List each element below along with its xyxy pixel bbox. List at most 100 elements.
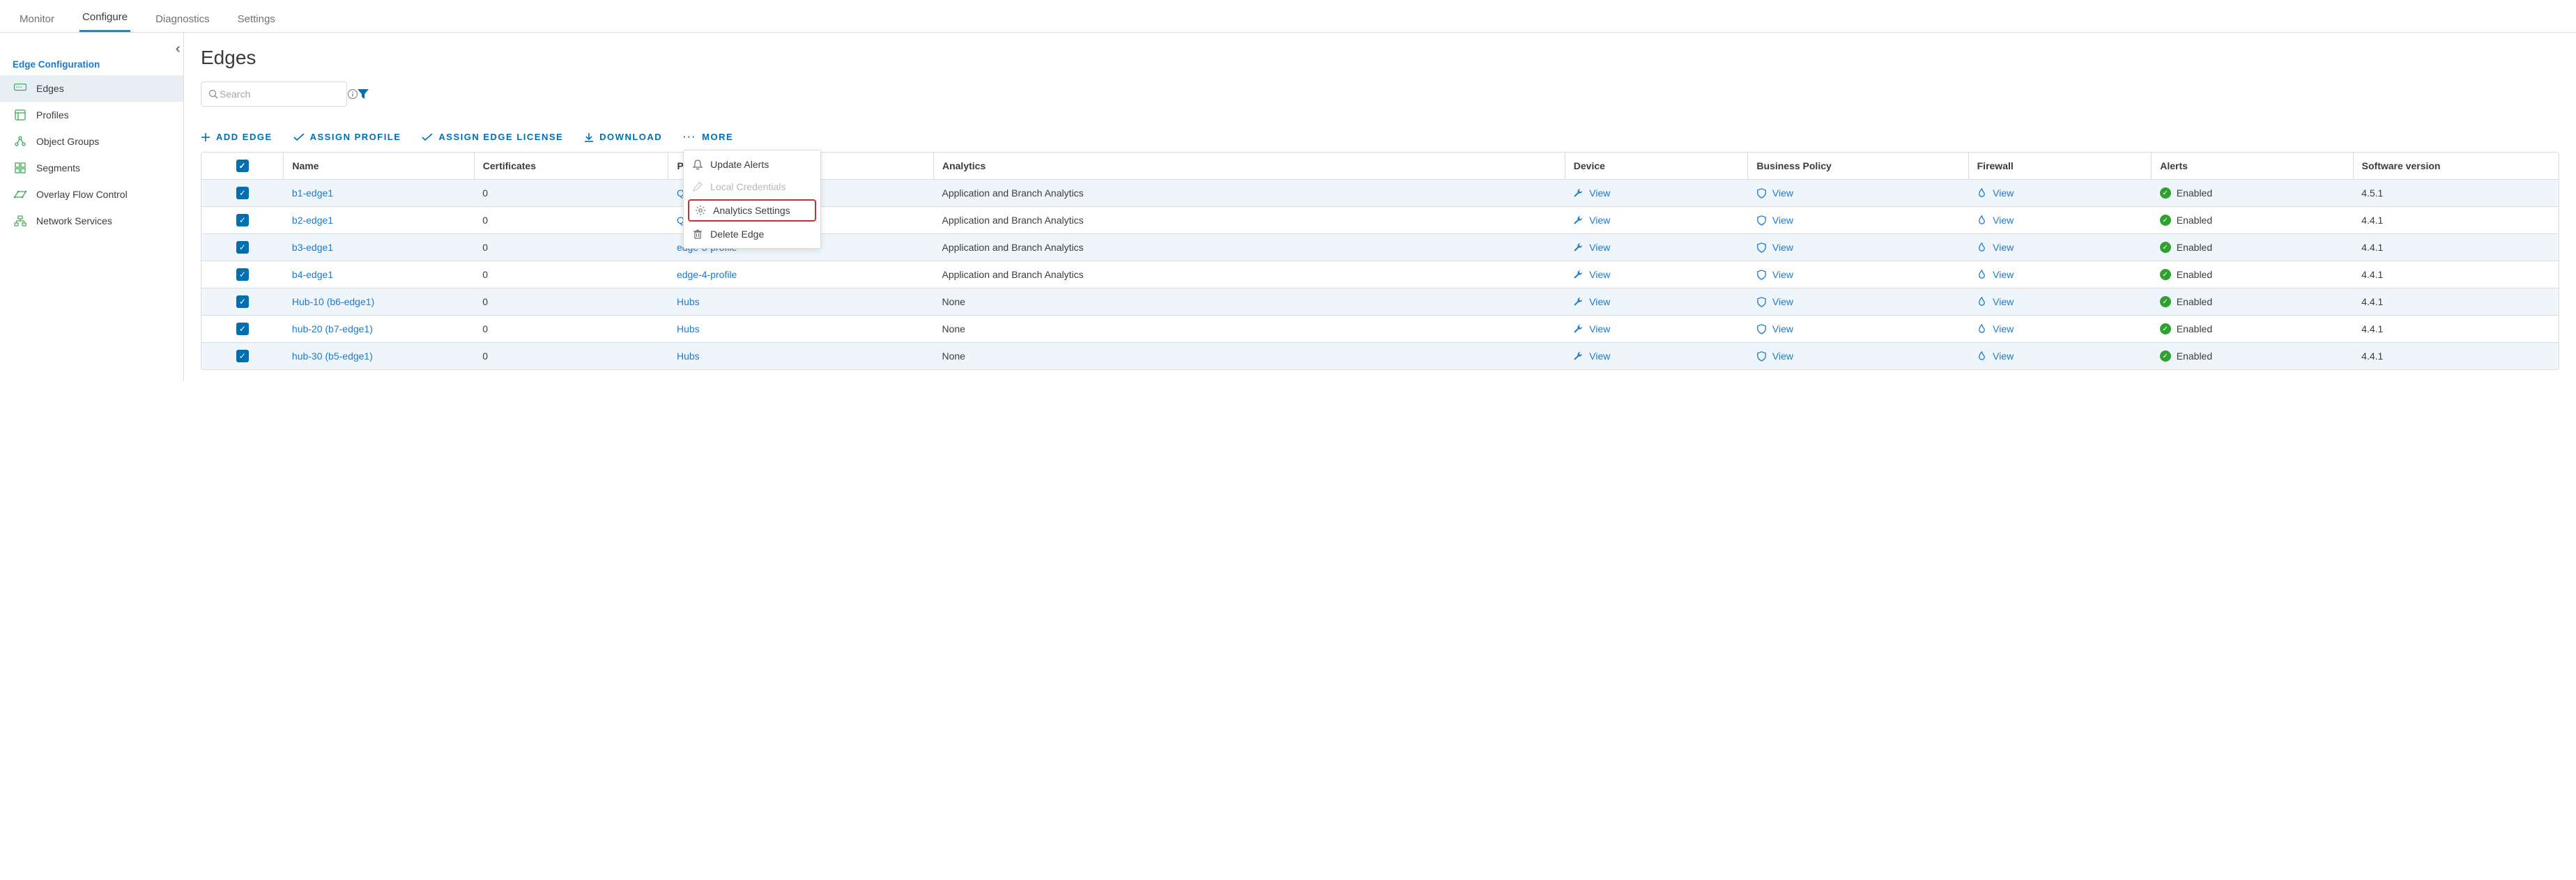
sidebar-item-object-groups[interactable]: Object Groups <box>0 128 183 155</box>
view-label: View <box>1993 215 2014 226</box>
firewall-view-link[interactable]: View <box>1977 323 2143 334</box>
device-view-link[interactable]: View <box>1573 215 1740 226</box>
col-business-policy[interactable]: Business Policy <box>1748 153 1968 180</box>
menu-update-alerts[interactable]: Update Alerts <box>684 153 820 176</box>
tab-configure[interactable]: Configure <box>79 7 130 32</box>
flame-icon <box>1977 242 1987 253</box>
trash-icon <box>692 229 703 240</box>
edge-name-link[interactable]: hub-20 (b7-edge1) <box>292 323 373 334</box>
assign-edge-license-button[interactable]: ASSIGN EDGE LICENSE <box>422 132 563 142</box>
firewall-view-link[interactable]: View <box>1977 296 2143 307</box>
wrench-icon <box>1573 188 1584 199</box>
alerts-status: ✓Enabled <box>2160 323 2345 334</box>
row-checkbox[interactable]: ✓ <box>236 295 249 308</box>
firewall-view-link[interactable]: View <box>1977 215 2143 226</box>
sidebar-item-label: Overlay Flow Control <box>36 189 128 200</box>
sidebar-item-segments[interactable]: Segments <box>0 155 183 181</box>
col-alerts[interactable]: Alerts <box>2152 153 2353 180</box>
table-row: ✓ b3-edge1 0 edge-3-profile Application … <box>201 234 2559 261</box>
device-view-link[interactable]: View <box>1573 350 1740 362</box>
row-checkbox[interactable]: ✓ <box>236 350 249 362</box>
view-label: View <box>1589 215 1610 226</box>
view-label: View <box>1993 323 2014 334</box>
col-certificates[interactable]: Certificates <box>474 153 668 180</box>
view-label: View <box>1589 242 1610 253</box>
business-policy-view-link[interactable]: View <box>1756 242 1960 253</box>
table-row: ✓ b1-edge1 0 Quick Start Profile Applica… <box>201 180 2559 207</box>
alerts-status: ✓Enabled <box>2160 215 2345 226</box>
shield-icon <box>1756 270 1767 280</box>
tab-monitor[interactable]: Monitor <box>17 9 57 32</box>
profile-link[interactable]: Hubs <box>677 350 700 362</box>
add-edge-button[interactable]: ADD EDGE <box>201 132 273 142</box>
filter-icon[interactable] <box>357 88 369 100</box>
col-firewall[interactable]: Firewall <box>1968 153 2152 180</box>
sidebar-item-network-services[interactable]: Network Services <box>0 208 183 234</box>
profile-link[interactable]: Hubs <box>677 323 700 334</box>
enabled-label: Enabled <box>2177 215 2212 226</box>
business-policy-view-link[interactable]: View <box>1756 323 1960 334</box>
business-policy-view-link[interactable]: View <box>1756 215 1960 226</box>
pencil-icon <box>692 181 703 192</box>
profiles-icon <box>14 109 26 121</box>
business-policy-view-link[interactable]: View <box>1756 296 1960 307</box>
device-view-link[interactable]: View <box>1573 242 1740 253</box>
col-device[interactable]: Device <box>1565 153 1748 180</box>
view-label: View <box>1772 242 1793 253</box>
search-input[interactable] <box>218 88 347 100</box>
menu-delete-edge[interactable]: Delete Edge <box>684 223 820 245</box>
table-row: ✓ hub-20 (b7-edge1) 0 Hubs None View Vie… <box>201 316 2559 343</box>
device-view-link[interactable]: View <box>1573 269 1740 280</box>
profile-link[interactable]: edge-4-profile <box>677 269 737 280</box>
firewall-view-link[interactable]: View <box>1977 269 2143 280</box>
business-policy-view-link[interactable]: View <box>1756 187 1960 199</box>
cert-cell: 0 <box>474 207 668 234</box>
row-checkbox[interactable]: ✓ <box>236 241 249 254</box>
menu-analytics-settings[interactable]: Analytics Settings <box>688 199 816 222</box>
business-policy-view-link[interactable]: View <box>1756 269 1960 280</box>
col-analytics[interactable]: Analytics <box>933 153 1565 180</box>
edge-name-link[interactable]: b3-edge1 <box>292 242 333 253</box>
profile-link[interactable]: Hubs <box>677 296 700 307</box>
wrench-icon <box>1573 242 1584 253</box>
row-checkbox[interactable]: ✓ <box>236 268 249 281</box>
sidebar-item-edges[interactable]: Edges <box>0 75 183 102</box>
enabled-label: Enabled <box>2177 242 2212 253</box>
edge-name-link[interactable]: b2-edge1 <box>292 215 333 226</box>
wrench-icon <box>1573 324 1584 334</box>
col-name[interactable]: Name <box>284 153 474 180</box>
tab-settings[interactable]: Settings <box>235 9 278 32</box>
sidebar-item-label: Profiles <box>36 109 69 121</box>
shield-icon <box>1756 242 1767 253</box>
device-view-link[interactable]: View <box>1573 296 1740 307</box>
edge-name-link[interactable]: b1-edge1 <box>292 187 333 199</box>
firewall-view-link[interactable]: View <box>1977 187 2143 199</box>
row-checkbox[interactable]: ✓ <box>236 323 249 335</box>
row-checkbox[interactable]: ✓ <box>236 187 249 199</box>
sidebar-item-overlay-flow-control[interactable]: Overlay Flow Control <box>0 181 183 208</box>
flame-icon <box>1977 351 1987 362</box>
check-circle-icon: ✓ <box>2160 323 2171 334</box>
assign-profile-button[interactable]: ASSIGN PROFILE <box>293 132 401 142</box>
search-box[interactable] <box>201 82 347 107</box>
edge-name-link[interactable]: hub-30 (b5-edge1) <box>292 350 373 362</box>
device-view-link[interactable]: View <box>1573 323 1740 334</box>
wrench-icon <box>1573 215 1584 226</box>
edges-table: ✓ Name Certificates Profile Analytics De… <box>201 152 2559 370</box>
sidebar-item-label: Network Services <box>36 215 112 226</box>
row-checkbox[interactable]: ✓ <box>236 214 249 226</box>
edge-name-link[interactable]: b4-edge1 <box>292 269 333 280</box>
business-policy-view-link[interactable]: View <box>1756 350 1960 362</box>
download-button[interactable]: DOWNLOAD <box>584 132 662 142</box>
firewall-view-link[interactable]: View <box>1977 350 2143 362</box>
edge-name-link[interactable]: Hub-10 (b6-edge1) <box>292 296 374 307</box>
view-label: View <box>1589 269 1610 280</box>
col-software-version[interactable]: Software version <box>2353 153 2559 180</box>
firewall-view-link[interactable]: View <box>1977 242 2143 253</box>
sidebar-item-profiles[interactable]: Profiles <box>0 102 183 128</box>
device-view-link[interactable]: View <box>1573 187 1740 199</box>
more-button[interactable]: ··· MORE Update Alerts Local Crede <box>683 132 733 142</box>
menu-item-label: Update Alerts <box>710 159 769 170</box>
select-all-checkbox[interactable]: ✓ <box>236 160 249 172</box>
tab-diagnostics[interactable]: Diagnostics <box>153 9 213 32</box>
